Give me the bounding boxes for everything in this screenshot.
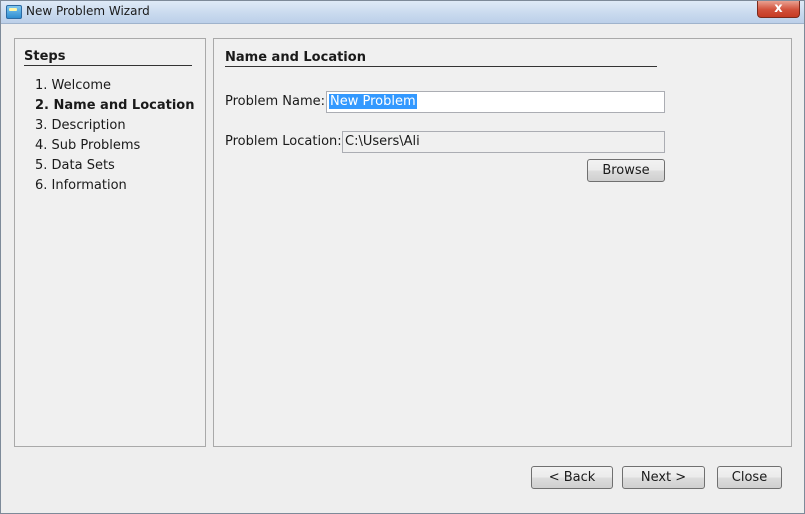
step-data-sets: 5. Data Sets <box>35 158 115 173</box>
back-button[interactable]: < Back <box>531 466 613 489</box>
step-name-and-location: 2. Name and Location <box>35 98 195 113</box>
problem-name-input[interactable]: New Problem <box>326 91 665 113</box>
next-button[interactable]: Next > <box>622 466 705 489</box>
problem-location-input[interactable]: C:\Users\Ali <box>342 131 665 153</box>
problem-location-label: Problem Location: <box>225 134 342 149</box>
wizard-window: New Problem Wizard x Steps 1. Welcome 2.… <box>0 0 805 514</box>
steps-list: 1. Welcome 2. Name and Location 3. Descr… <box>35 78 194 198</box>
steps-heading: Steps <box>24 49 192 66</box>
title-bar[interactable]: New Problem Wizard x <box>1 1 804 24</box>
step-welcome: 1. Welcome <box>35 78 112 93</box>
content-panel: Name and Location Problem Name: New Prob… <box>213 38 792 447</box>
browse-button[interactable]: Browse <box>587 159 665 182</box>
section-title: Name and Location <box>225 50 657 67</box>
step-information: 6. Information <box>35 178 127 193</box>
step-sub-problems: 4. Sub Problems <box>35 138 141 153</box>
step-description: 3. Description <box>35 118 126 133</box>
close-button[interactable]: Close <box>717 466 782 489</box>
problem-name-value: New Problem <box>329 94 417 109</box>
app-icon <box>6 5 22 19</box>
steps-panel: Steps 1. Welcome 2. Name and Location 3.… <box>14 38 206 447</box>
window-close-button[interactable]: x <box>757 1 800 18</box>
window-title: New Problem Wizard <box>26 4 150 18</box>
problem-name-label: Problem Name: <box>225 94 326 109</box>
